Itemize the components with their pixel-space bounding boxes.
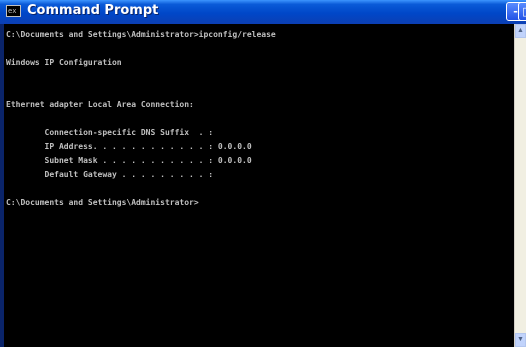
window-title: Command Prompt [27,3,159,18]
console-line: IP Address. . . . . . . . . . . . : 0.0.… [6,142,252,151]
vertical-scrollbar[interactable]: ▲ ▼ [514,24,526,347]
command-prompt-icon[interactable]: ex [6,5,21,17]
console-line: C:\Documents and Settings\Administrator> [6,198,199,207]
scroll-down-icon[interactable]: ▼ [515,333,526,347]
command-prompt-window: ex Command Prompt - □ C:\Documents and S… [0,0,526,347]
console-line: Connection-specific DNS Suffix . : [6,128,214,137]
console-area[interactable]: C:\Documents and Settings\Administrator>… [4,24,514,347]
console-line: Default Gateway . . . . . . . . . : [6,170,214,179]
console-line: Subnet Mask . . . . . . . . . . . : 0.0.… [6,156,252,165]
console-line: C:\Documents and Settings\Administrator>… [6,30,276,39]
title-bar[interactable]: ex Command Prompt - □ [0,0,526,24]
console-line: Windows IP Configuration [6,58,122,67]
maximize-button[interactable]: □ [518,2,526,21]
console-line: Ethernet adapter Local Area Connection: [6,100,194,109]
scroll-up-icon[interactable]: ▲ [515,24,526,38]
console-output: C:\Documents and Settings\Administrator>… [6,28,276,210]
